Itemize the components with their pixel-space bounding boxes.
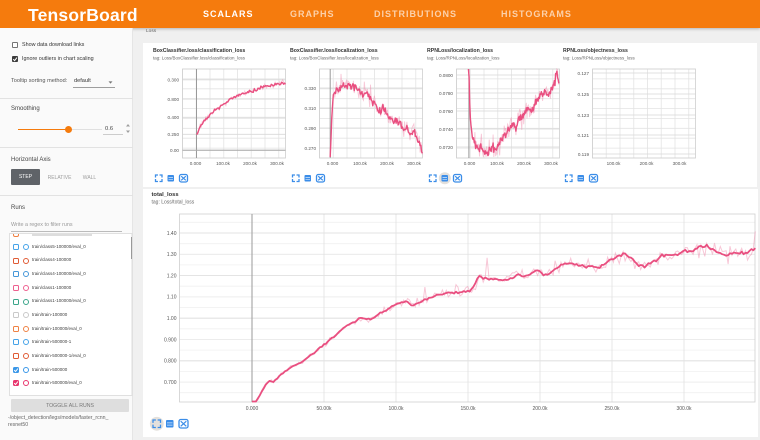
svg-text:tag: Loss/BoxClassifier.loss/l: tag: Loss/BoxClassifier.loss/localizatio… <box>290 56 380 61</box>
svg-text:1.20: 1.20 <box>167 273 177 279</box>
svg-text:BoxClassifier.loss/classificat: BoxClassifier.loss/classification_loss <box>153 48 245 54</box>
svg-text:BoxClassifier.loss/localizatio: BoxClassifier.loss/localization_loss <box>290 48 378 54</box>
svg-text:0.127: 0.127 <box>578 71 590 76</box>
svg-text:0.270: 0.270 <box>304 146 316 151</box>
svg-text:0.400: 0.400 <box>168 115 180 120</box>
svg-text:0.0760: 0.0760 <box>439 109 453 114</box>
svg-text:0.000: 0.000 <box>246 406 259 412</box>
svg-text:250.0k: 250.0k <box>604 406 620 412</box>
svg-text:0.250: 0.250 <box>168 132 180 137</box>
svg-text:200.0k: 200.0k <box>380 161 394 166</box>
svg-text:0.119: 0.119 <box>578 152 590 157</box>
svg-text:300.0k: 300.0k <box>673 161 687 166</box>
svg-text:0.300: 0.300 <box>168 78 180 83</box>
svg-text:RPNLoss/objectness_loss: RPNLoss/objectness_loss <box>563 48 628 54</box>
svg-text:0.290: 0.290 <box>304 126 316 131</box>
svg-text:100.0k: 100.0k <box>216 161 230 166</box>
svg-text:0.900: 0.900 <box>164 337 177 343</box>
svg-text:0.0780: 0.0780 <box>439 91 453 96</box>
svg-text:0.800: 0.800 <box>168 97 180 102</box>
svg-text:100.0k: 100.0k <box>353 161 367 166</box>
svg-text:RPNLoss/localization_loss: RPNLoss/localization_loss <box>427 48 493 54</box>
svg-text:0.0740: 0.0740 <box>439 127 453 132</box>
svg-text:0.310: 0.310 <box>304 106 316 111</box>
svg-text:50.00k: 50.00k <box>316 406 332 412</box>
svg-text:0.700: 0.700 <box>164 380 177 386</box>
svg-text:tag: Loss/RPNLoss/objectness_l: tag: Loss/RPNLoss/objectness_loss <box>563 56 636 61</box>
svg-text:0.330: 0.330 <box>304 86 316 91</box>
svg-text:0.00: 0.00 <box>170 148 179 153</box>
svg-text:0.121: 0.121 <box>578 133 590 138</box>
svg-text:200.0k: 200.0k <box>532 406 548 412</box>
svg-text:300.0k: 300.0k <box>676 406 692 412</box>
svg-text:200.0k: 200.0k <box>640 161 654 166</box>
svg-text:0.000: 0.000 <box>327 161 339 166</box>
svg-text:0.000: 0.000 <box>190 161 202 166</box>
svg-text:1.40: 1.40 <box>167 231 177 237</box>
svg-text:tag: Loss/BoxClassifier.loss/c: tag: Loss/BoxClassifier.loss/classificat… <box>153 56 246 61</box>
svg-text:0.800: 0.800 <box>164 359 177 365</box>
svg-text:total_loss: total_loss <box>152 192 179 198</box>
svg-text:150.0k: 150.0k <box>460 406 476 412</box>
svg-text:200.0k: 200.0k <box>517 161 531 166</box>
svg-text:1.00: 1.00 <box>167 316 177 322</box>
svg-text:0.0800: 0.0800 <box>439 73 453 78</box>
svg-text:1.30: 1.30 <box>167 252 177 258</box>
svg-text:0.0720: 0.0720 <box>439 145 453 150</box>
svg-text:1.10: 1.10 <box>167 295 177 301</box>
svg-text:200.0k: 200.0k <box>243 161 257 166</box>
svg-text:tag: Loss/total_loss: tag: Loss/total_loss <box>152 200 195 206</box>
svg-text:0.125: 0.125 <box>578 92 590 97</box>
svg-text:100.0k: 100.0k <box>490 161 504 166</box>
svg-text:0.000: 0.000 <box>463 161 475 166</box>
svg-text:0.123: 0.123 <box>578 113 590 118</box>
svg-text:100.0k: 100.0k <box>607 161 621 166</box>
svg-text:tag: Loss/RPNLoss/localization: tag: Loss/RPNLoss/localization_loss <box>427 56 500 61</box>
svg-text:100.0k: 100.0k <box>388 406 404 412</box>
